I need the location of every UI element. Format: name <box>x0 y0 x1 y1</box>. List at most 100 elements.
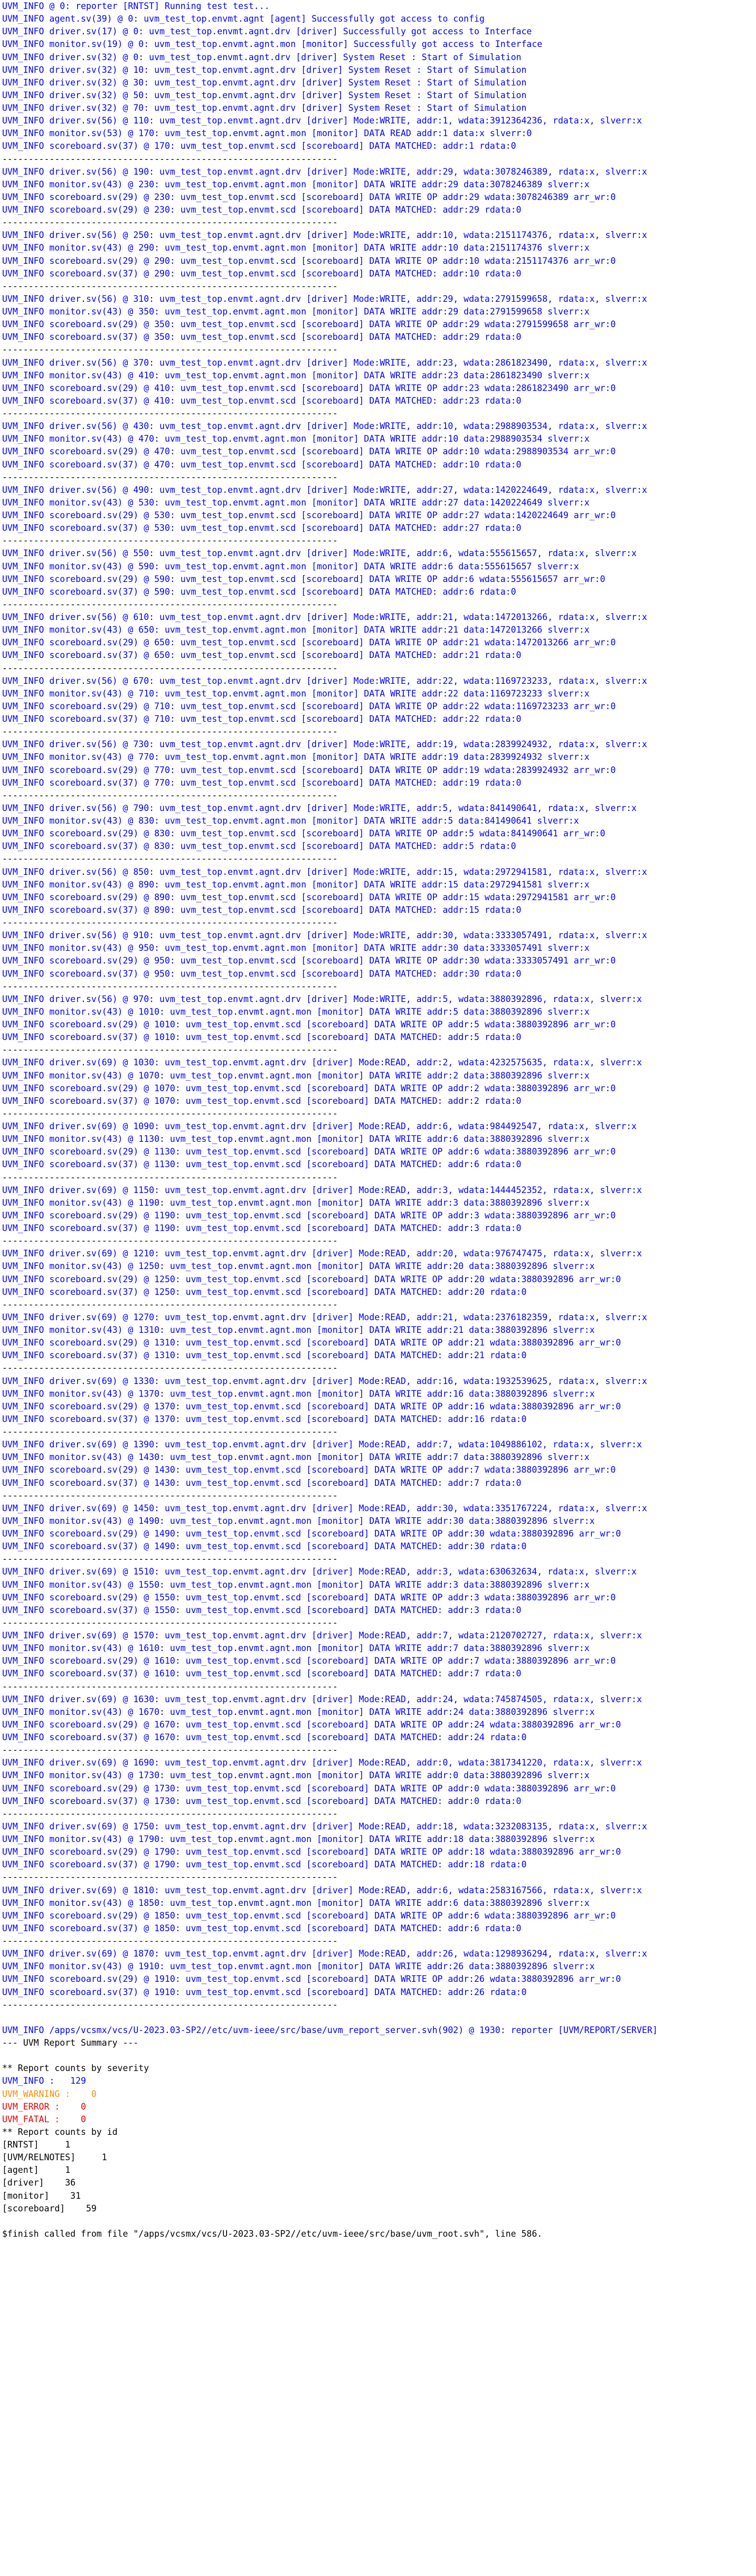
log-line: UVM_INFO monitor.sv(43) @ 1790: uvm_test… <box>2 1834 595 1844</box>
log-line: UVM_INFO scoreboard.sv(37) @ 350: uvm_te… <box>2 332 522 342</box>
log-line: UVM_WARNING : 0 <box>2 2088 97 2099</box>
log-line: UVM_INFO scoreboard.sv(37) @ 410: uvm_te… <box>2 395 522 406</box>
log-line: UVM_INFO monitor.sv(43) @ 1310: uvm_test… <box>2 1325 595 1335</box>
log-line: UVM_INFO scoreboard.sv(37) @ 290: uvm_te… <box>2 268 522 279</box>
log-line: UVM_INFO monitor.sv(43) @ 830: uvm_test_… <box>2 816 579 826</box>
log-line: [UVM/RELNOTES] 1 <box>2 2152 107 2163</box>
log-line: UVM_INFO scoreboard.sv(37) @ 1610: uvm_t… <box>2 1668 522 1679</box>
log-line: UVM_INFO driver.sv(17) @ 0: uvm_test_top… <box>2 26 532 37</box>
log-line: [RNTST] 1 <box>2 2140 71 2150</box>
log-separator: ----------------------------------------… <box>2 217 338 228</box>
log-line: UVM_INFO driver.sv(32) @ 10: uvm_test_to… <box>2 64 527 75</box>
log-line: UVM_INFO monitor.sv(43) @ 1550: uvm_test… <box>2 1579 590 1590</box>
log-line: [agent] 1 <box>2 2165 71 2176</box>
log-line: UVM_INFO scoreboard.sv(29) @ 770: uvm_te… <box>2 765 616 775</box>
log-line: UVM_INFO driver.sv(32) @ 0: uvm_test_top… <box>2 52 522 62</box>
log-line: UVM_INFO driver.sv(56) @ 550: uvm_test_t… <box>2 548 637 559</box>
log-line: UVM_INFO scoreboard.sv(37) @ 890: uvm_te… <box>2 904 522 915</box>
log-line: UVM_INFO driver.sv(56) @ 250: uvm_test_t… <box>2 230 647 241</box>
log-line: UVM_INFO monitor.sv(43) @ 1490: uvm_test… <box>2 1515 595 1526</box>
log-line: UVM_INFO scoreboard.sv(37) @ 1250: uvm_t… <box>2 1286 527 1297</box>
log-line: UVM_ERROR : 0 <box>2 2101 86 2112</box>
log-line: UVM_INFO monitor.sv(43) @ 1250: uvm_test… <box>2 1261 595 1272</box>
log-line: UVM_INFO driver.sv(56) @ 430: uvm_test_t… <box>2 421 647 432</box>
log-line: UVM_INFO scoreboard.sv(29) @ 650: uvm_te… <box>2 637 616 648</box>
log-line: UVM_INFO scoreboard.sv(37) @ 770: uvm_te… <box>2 777 522 788</box>
log-line: UVM_INFO scoreboard.sv(29) @ 830: uvm_te… <box>2 828 606 839</box>
log-line: UVM_INFO scoreboard.sv(29) @ 1910: uvm_t… <box>2 1974 621 1985</box>
log-line: UVM_INFO driver.sv(69) @ 1450: uvm_test_… <box>2 1503 647 1513</box>
log-separator: ----------------------------------------… <box>2 408 338 418</box>
log-line: UVM_INFO scoreboard.sv(29) @ 710: uvm_te… <box>2 701 616 711</box>
log-line: UVM_INFO monitor.sv(19) @ 0: uvm_test_to… <box>2 39 543 50</box>
log-line: $finish called from file "/apps/vcsmx/vc… <box>2 2228 543 2239</box>
log-line: UVM_INFO scoreboard.sv(37) @ 1670: uvm_t… <box>2 1732 527 1742</box>
log-line: UVM_INFO driver.sv(69) @ 1330: uvm_test_… <box>2 1376 647 1386</box>
log-line: UVM_INFO driver.sv(69) @ 1210: uvm_test_… <box>2 1248 642 1259</box>
log-line: UVM_INFO scoreboard.sv(29) @ 590: uvm_te… <box>2 574 606 584</box>
log-line: UVM_INFO driver.sv(69) @ 1390: uvm_test_… <box>2 1439 642 1450</box>
log-separator: ----------------------------------------… <box>2 1745 338 1756</box>
log-line: UVM_INFO monitor.sv(43) @ 230: uvm_test_… <box>2 179 590 189</box>
log-line: UVM_INFO driver.sv(69) @ 1510: uvm_test_… <box>2 1567 637 1577</box>
log-line: UVM_INFO scoreboard.sv(37) @ 1730: uvm_t… <box>2 1796 522 1806</box>
log-separator: ----------------------------------------… <box>2 1490 338 1501</box>
log-line: UVM_INFO monitor.sv(43) @ 1430: uvm_test… <box>2 1452 590 1463</box>
log-line: UVM_INFO agent.sv(39) @ 0: uvm_test_top.… <box>2 14 485 24</box>
log-line: UVM_INFO @ 0: reporter [RNTST] Running t… <box>2 1 270 11</box>
log-line: UVM_INFO driver.sv(56) @ 490: uvm_test_t… <box>2 484 647 495</box>
log-line: UVM_INFO driver.sv(56) @ 790: uvm_test_t… <box>2 803 637 813</box>
log-separator: ----------------------------------------… <box>2 1045 338 1055</box>
log-line: UVM_INFO monitor.sv(43) @ 350: uvm_test_… <box>2 307 590 317</box>
log-separator: ----------------------------------------… <box>2 1236 338 1246</box>
log-separator: ----------------------------------------… <box>2 1427 338 1437</box>
log-line: UVM_INFO scoreboard.sv(29) @ 1730: uvm_t… <box>2 1783 616 1793</box>
log-line: UVM_INFO driver.sv(69) @ 1270: uvm_test_… <box>2 1312 647 1322</box>
log-separator: ----------------------------------------… <box>2 1936 338 1946</box>
log-line: UVM_INFO scoreboard.sv(37) @ 1430: uvm_t… <box>2 1477 522 1488</box>
log-line: UVM_INFO scoreboard.sv(29) @ 410: uvm_te… <box>2 383 616 393</box>
log-line: UVM_INFO : 129 <box>2 2076 86 2086</box>
log-line: UVM_INFO monitor.sv(53) @ 170: uvm_test_… <box>2 128 532 139</box>
log-line: UVM_INFO scoreboard.sv(29) @ 1070: uvm_t… <box>2 1083 616 1093</box>
log-line: UVM_INFO driver.sv(69) @ 1090: uvm_test_… <box>2 1121 637 1131</box>
log-line: UVM_INFO monitor.sv(43) @ 1610: uvm_test… <box>2 1643 590 1654</box>
log-line: UVM_INFO driver.sv(56) @ 730: uvm_test_t… <box>2 739 647 750</box>
log-line: UVM_INFO scoreboard.sv(29) @ 230: uvm_te… <box>2 192 616 202</box>
log-line: UVM_INFO driver.sv(69) @ 1630: uvm_test_… <box>2 1694 642 1704</box>
log-separator: ----------------------------------------… <box>2 981 338 991</box>
log-line: UVM_INFO monitor.sv(43) @ 770: uvm_test_… <box>2 752 590 762</box>
log-line: UVM_INFO driver.sv(69) @ 1870: uvm_test_… <box>2 1949 647 1959</box>
log-line: UVM_INFO driver.sv(69) @ 1810: uvm_test_… <box>2 1885 642 1895</box>
log-line: UVM_INFO scoreboard.sv(37) @ 1070: uvm_t… <box>2 1095 522 1106</box>
log-blank-line <box>2 2011 753 2024</box>
log-line: UVM_INFO scoreboard.sv(29) @ 1310: uvm_t… <box>2 1338 621 1348</box>
log-line: UVM_INFO monitor.sv(43) @ 590: uvm_test_… <box>2 561 579 571</box>
log-line: UVM_INFO scoreboard.sv(37) @ 590: uvm_te… <box>2 586 516 597</box>
log-line: UVM_INFO driver.sv(56) @ 370: uvm_test_t… <box>2 357 647 368</box>
log-separator: ----------------------------------------… <box>2 727 338 737</box>
log-separator: ----------------------------------------… <box>2 345 338 355</box>
log-line: UVM_INFO driver.sv(69) @ 1690: uvm_test_… <box>2 1758 642 1768</box>
log-line: UVM_INFO driver.sv(56) @ 910: uvm_test_t… <box>2 930 647 941</box>
log-line: UVM_INFO driver.sv(32) @ 70: uvm_test_to… <box>2 103 527 113</box>
log-line: UVM_INFO driver.sv(56) @ 610: uvm_test_t… <box>2 612 647 622</box>
log-line: UVM_INFO scoreboard.sv(29) @ 1610: uvm_t… <box>2 1656 616 1666</box>
log-line: UVM_INFO /apps/vcsmx/vcs/U-2023.03-SP2//… <box>2 2025 658 2035</box>
log-line: UVM_INFO monitor.sv(43) @ 1010: uvm_test… <box>2 1006 590 1017</box>
log-line: UVM_INFO scoreboard.sv(29) @ 1790: uvm_t… <box>2 1847 621 1857</box>
log-line: UVM_INFO driver.sv(56) @ 670: uvm_test_t… <box>2 675 647 686</box>
log-line: UVM_INFO monitor.sv(43) @ 530: uvm_test_… <box>2 497 590 508</box>
log-line: [monitor] 31 <box>2 2190 81 2201</box>
log-line: UVM_INFO monitor.sv(43) @ 1730: uvm_test… <box>2 1770 590 1781</box>
log-line: UVM_INFO driver.sv(56) @ 970: uvm_test_t… <box>2 994 642 1004</box>
log-line: UVM_INFO monitor.sv(43) @ 950: uvm_test_… <box>2 943 590 953</box>
log-separator: ----------------------------------------… <box>2 854 338 864</box>
log-separator: ----------------------------------------… <box>2 1554 338 1564</box>
log-separator: ----------------------------------------… <box>2 663 338 673</box>
log-line: UVM_INFO scoreboard.sv(29) @ 1850: uvm_t… <box>2 1910 616 1921</box>
log-line: UVM_INFO scoreboard.sv(37) @ 470: uvm_te… <box>2 459 522 470</box>
log-line: UVM_INFO scoreboard.sv(37) @ 530: uvm_te… <box>2 523 522 533</box>
log-line: UVM_INFO monitor.sv(43) @ 290: uvm_test_… <box>2 243 590 253</box>
log-line: UVM_INFO scoreboard.sv(37) @ 1850: uvm_t… <box>2 1923 522 1933</box>
